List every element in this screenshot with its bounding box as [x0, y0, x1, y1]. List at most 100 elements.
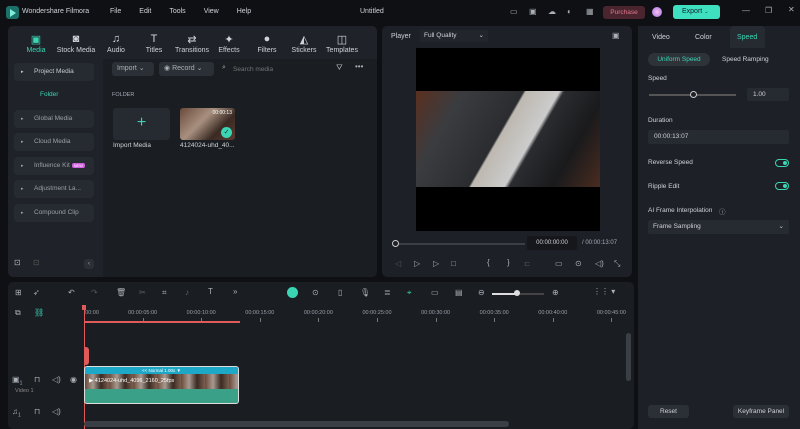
audio-list-icon[interactable]: ≣ — [384, 288, 391, 297]
insert-icon[interactable]: ⊏ — [524, 259, 531, 268]
scrubber-handle[interactable] — [392, 240, 399, 247]
crop-icon[interactable]: ⌗ — [162, 288, 167, 298]
layout-grid-icon[interactable]: ⊞ — [15, 288, 22, 297]
audio-edit-icon[interactable]: ♪ — [185, 288, 189, 297]
horizontal-scrollbar[interactable] — [84, 421, 509, 427]
tab-templates[interactable]: ◫ Templates — [322, 33, 362, 54]
ai-frame-dropdown[interactable]: Frame Sampling ⌄ — [648, 220, 789, 234]
duration-input[interactable]: 00:00:13:07 — [648, 130, 789, 144]
playhead-marker[interactable] — [84, 347, 89, 365]
uniform-speed-tab[interactable]: Uniform Speed — [648, 53, 710, 66]
sidebar-global-media[interactable]: Global Media — [14, 110, 94, 128]
search-input[interactable] — [233, 63, 333, 75]
import-dropdown[interactable]: Import ⌄ — [112, 62, 154, 76]
speed-ramping-tab[interactable]: Speed Ramping — [722, 56, 769, 63]
close-icon[interactable]: ✕ — [788, 5, 795, 14]
sidebar-adjustment-layer[interactable]: Adjustment La... — [14, 180, 94, 198]
zoom-in-icon[interactable]: ⊕ — [552, 288, 559, 297]
layout-icon[interactable]: ▭ — [510, 7, 518, 16]
sidebar-folder[interactable]: Folder — [40, 91, 58, 98]
record-dropdown[interactable]: ◉ Record ⌄ — [159, 62, 214, 76]
reverse-speed-toggle[interactable] — [775, 159, 789, 167]
cut-icon[interactable]: ✂ — [139, 288, 146, 297]
tab-titles[interactable]: T Titles — [134, 33, 174, 54]
restore-icon[interactable]: ❐ — [765, 6, 772, 15]
work-area-bar[interactable] — [84, 321, 240, 323]
text-icon[interactable]: T — [208, 287, 213, 296]
menu-file[interactable]: File — [110, 8, 121, 15]
purchase-button[interactable]: Purchase — [603, 6, 645, 19]
caption-icon[interactable]: ▤ — [455, 288, 463, 297]
playback-scrubber[interactable] — [395, 243, 525, 245]
tab-video[interactable]: Video — [652, 34, 670, 41]
volume-icon[interactable]: ◁) — [595, 259, 604, 268]
tab-color[interactable]: Color — [695, 34, 712, 41]
select-tool-icon[interactable]: ➶ — [33, 288, 40, 297]
cloud-icon[interactable]: ☁ — [548, 7, 556, 16]
menu-view[interactable]: View — [204, 8, 219, 15]
media-clip-thumbnail[interactable]: 00:00:13 ✓ — [180, 108, 235, 140]
collapse-sidebar-button[interactable]: ‹ — [84, 259, 94, 269]
new-folder-icon[interactable]: ⊡ — [14, 258, 21, 267]
ripple-edit-toggle[interactable] — [775, 182, 789, 190]
tab-filters[interactable]: ● Filters — [247, 33, 287, 54]
more-tools-icon[interactable]: » — [233, 287, 237, 296]
timeline-clip[interactable]: << Normal 1.00x ▼ ▶ 4124024-uhd_4096_216… — [84, 366, 239, 404]
eye-icon[interactable]: ◉ — [70, 375, 77, 384]
playhead-handle[interactable] — [82, 305, 86, 310]
import-media-button[interactable]: + — [113, 108, 170, 140]
add-track-icon[interactable]: ⧉ — [15, 308, 21, 318]
speed-value-input[interactable]: 1.00 — [747, 88, 789, 101]
undo-icon[interactable]: ↶ — [68, 288, 75, 297]
keyframe-panel-button[interactable]: Keyframe Panel — [733, 405, 789, 418]
reset-button[interactable]: Reset — [648, 405, 689, 418]
pip-icon[interactable]: ▭ — [431, 288, 439, 297]
microphone-icon[interactable]: 🎙 — [360, 288, 370, 297]
support-icon[interactable]: ◐ — [567, 7, 572, 16]
ai-assistant-icon[interactable] — [287, 287, 298, 298]
sidebar-project-media[interactable]: Project Media — [14, 63, 94, 81]
delete-icon[interactable]: 🗑 — [116, 288, 126, 297]
zoom-slider-handle[interactable] — [514, 290, 520, 296]
tab-media[interactable]: ▣ Media — [16, 33, 56, 54]
folder-icon[interactable]: ⊡ — [33, 258, 40, 267]
zoom-out-icon[interactable]: ⊖ — [478, 288, 485, 297]
tab-stickers[interactable]: ◭ Stickers — [284, 33, 324, 54]
more-icon[interactable]: ••• — [355, 62, 363, 71]
display-icon[interactable]: ▭ — [555, 259, 563, 268]
vertical-scrollbar[interactable] — [626, 333, 631, 381]
camera-icon[interactable]: ⊙ — [575, 259, 582, 268]
tab-stock-media[interactable]: ◙ Stock Media — [56, 33, 96, 54]
snap-icon[interactable]: ⌖ — [407, 288, 412, 298]
fullscreen-icon[interactable]: ⤡ — [614, 259, 620, 269]
marker-icon[interactable]: ▯ — [338, 288, 342, 297]
stop-icon[interactable]: □ — [451, 259, 456, 268]
save-icon[interactable]: ▣ — [529, 7, 537, 16]
filter-icon[interactable]: ⛛ — [336, 63, 343, 73]
snapshot-view-icon[interactable]: ▣ — [612, 31, 620, 40]
play-icon[interactable]: ▷ — [433, 259, 439, 268]
tab-speed[interactable]: Speed — [737, 34, 757, 41]
avatar[interactable] — [652, 7, 662, 17]
prev-frame-icon[interactable]: ◁ — [395, 259, 401, 268]
lock-icon[interactable]: ⊓ — [34, 375, 40, 384]
menu-edit[interactable]: Edit — [139, 8, 151, 15]
export-button[interactable]: Export ⌄ — [673, 5, 720, 19]
link-icon[interactable]: ⛓ — [34, 308, 44, 317]
play-backward-icon[interactable]: ▷ — [414, 259, 420, 268]
audio-lock-icon[interactable]: ⊓ — [34, 407, 40, 416]
track-volume-icon[interactable]: ◁) — [52, 375, 61, 384]
mark-out-icon[interactable]: } — [507, 258, 510, 267]
menu-tools[interactable]: Tools — [169, 8, 185, 15]
sidebar-compound-clip[interactable]: Compound Clip — [14, 204, 94, 222]
audio-volume-icon[interactable]: ◁) — [52, 407, 61, 416]
tab-effects[interactable]: ✦ Effects — [209, 33, 249, 54]
minimize-icon[interactable]: — — [742, 6, 750, 15]
current-time[interactable]: 00:00:00:00 — [527, 236, 577, 250]
tab-audio[interactable]: ♫ Audio — [96, 33, 136, 54]
tab-transitions[interactable]: ⇄ Transitions — [172, 33, 212, 54]
quality-dropdown[interactable]: Full Quality ⌄ — [420, 30, 488, 42]
help-icon[interactable]: ⓘ — [719, 206, 726, 216]
redo-icon[interactable]: ↷ — [91, 288, 98, 297]
mark-in-icon[interactable]: { — [487, 258, 490, 267]
